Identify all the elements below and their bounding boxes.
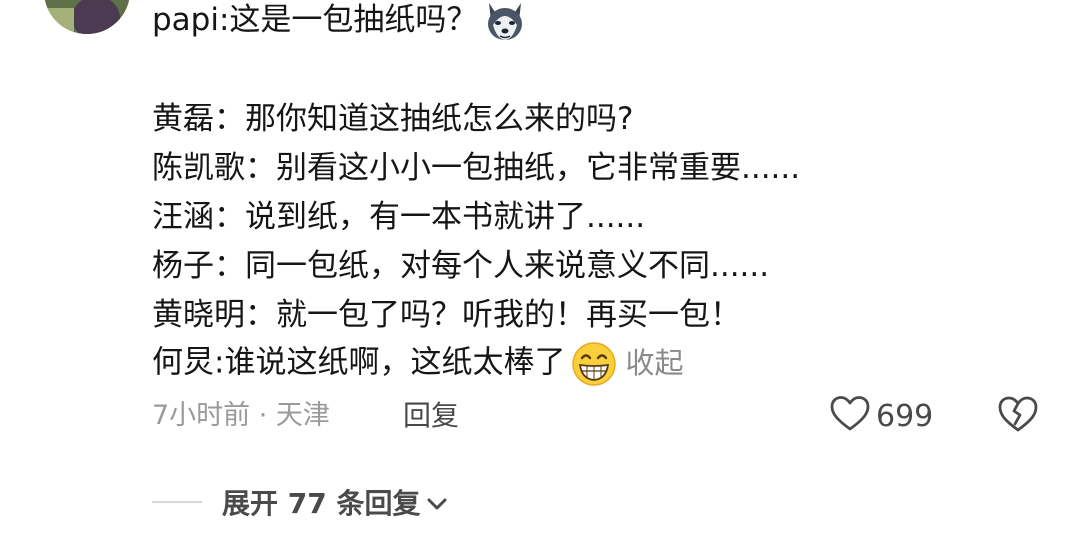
like-button[interactable]: 699 (830, 394, 933, 438)
comment-line-1: papi:这是一包抽纸吗？ (152, 0, 527, 44)
comment-line-4: 汪涵：说到纸，有一本书就讲了...... (152, 199, 646, 235)
comment-time-location: 7小时前 · 天津 (152, 400, 330, 431)
comment-line-3: 陈凯歌：别看这小小一包抽纸，它非常重要...... (152, 150, 801, 186)
like-count: 699 (876, 398, 934, 434)
comment-line-2: 黄磊：那你知道这抽纸怎么来的吗? (152, 101, 634, 137)
husky-dog-emoji (483, 0, 527, 44)
comment-text: 何炅:谁说这纸啊，这纸太棒了 (152, 344, 566, 381)
comment-line-6: 黄晓明：就一包了吗？听我的！再买一包！ (152, 297, 741, 333)
heart-outline-icon (830, 395, 870, 437)
reply-button[interactable]: 回复 (403, 398, 459, 434)
avatar[interactable] (44, 0, 130, 34)
chevron-down-icon (420, 486, 448, 519)
collapse-button[interactable]: 收起 (625, 346, 683, 380)
expand-replies-label: 展开 77 条回复 (222, 487, 421, 520)
dislike-button[interactable] (998, 394, 1038, 438)
expand-replies-button[interactable]: 展开 77 条回复 (222, 482, 448, 522)
comment-line-5: 杨子：同一包纸，对每个人来说意义不同...... (152, 248, 770, 284)
grinning-face-emoji (571, 341, 617, 387)
expand-replies-row: 展开 77 条回复 (152, 482, 448, 522)
broken-heart-icon (998, 396, 1038, 440)
divider (152, 501, 202, 503)
comment-text: papi:这是一包抽纸吗？ (152, 2, 478, 38)
comment-line-7: 何炅:谁说这纸啊，这纸太棒了 收起 (152, 341, 683, 387)
